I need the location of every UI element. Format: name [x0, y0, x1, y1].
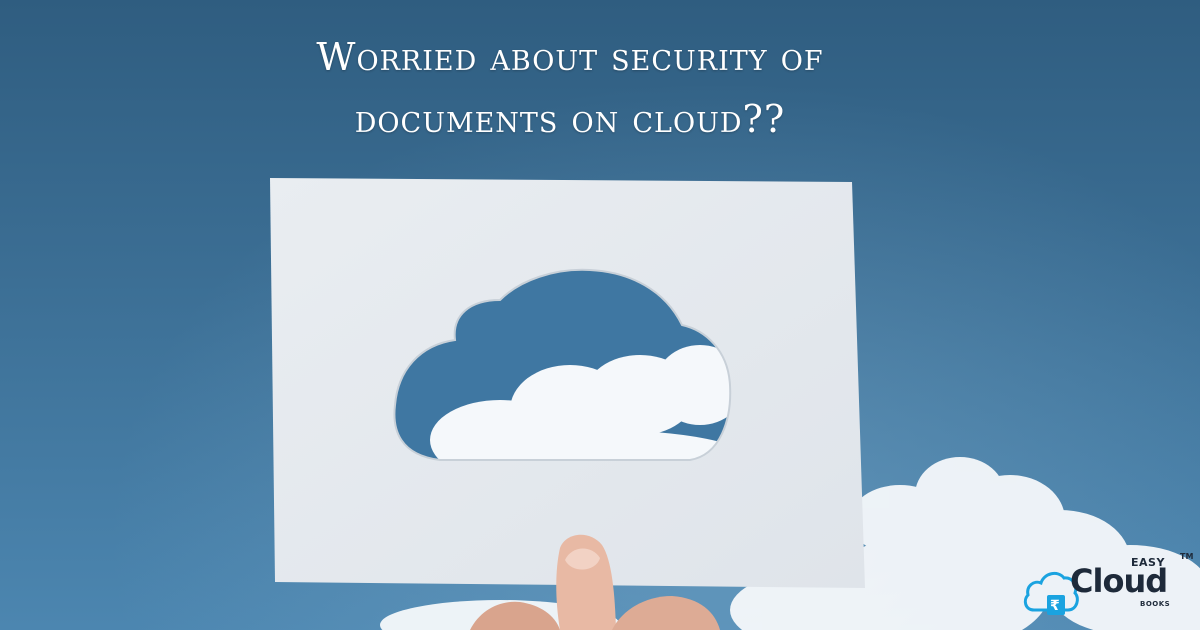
logo-trademark: TM — [1180, 552, 1194, 561]
logo-cloud-text: Cloud — [1070, 562, 1168, 600]
rupee-icon: ₹ — [1050, 598, 1060, 614]
headline-line-1: Worried about security of — [316, 35, 824, 79]
headline-line-2: documents on cloud?? — [354, 97, 786, 141]
photo-scene: Worried about security of documents on c… — [0, 0, 1200, 630]
logo-books-text: BOOKS — [1140, 600, 1171, 608]
headline: Worried about security of documents on c… — [160, 26, 980, 150]
easy-cloud-books-logo: ₹ EASY TM Cloud BOOKS — [1020, 552, 1195, 624]
